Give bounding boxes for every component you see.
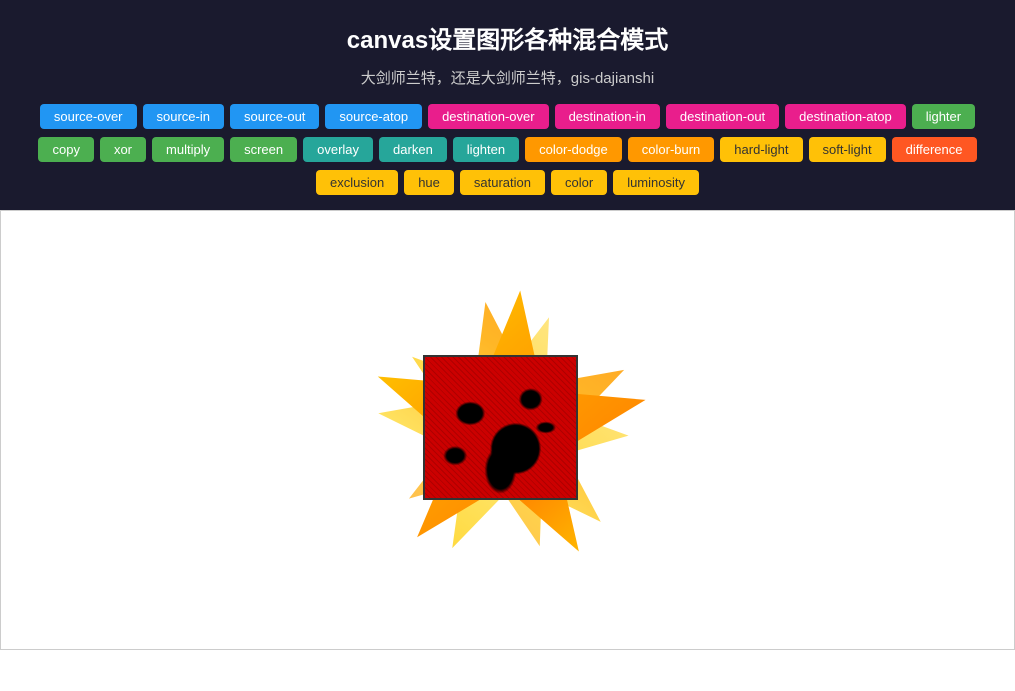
btn-source-over[interactable]: source-over [40,104,137,129]
btn-hue[interactable]: hue [404,170,454,195]
blend-image [423,355,578,500]
btn-luminosity[interactable]: luminosity [613,170,699,195]
btn-color-dodge[interactable]: color-dodge [525,137,622,162]
btn-color-burn[interactable]: color-burn [628,137,715,162]
btn-saturation[interactable]: saturation [460,170,545,195]
btn-overlay[interactable]: overlay [303,137,373,162]
button-row-1: source-over source-in source-out source-… [40,104,975,129]
subtitle: 大剑师兰特，还是大剑师兰特，gis-dajianshi [10,67,1005,88]
btn-destination-atop[interactable]: destination-atop [785,104,906,129]
canvas-area [0,210,1015,650]
page-title: canvas设置图形各种混合模式 [10,20,1005,55]
btn-difference[interactable]: difference [892,137,977,162]
btn-hard-light[interactable]: hard-light [720,137,802,162]
button-rows: source-over source-in source-out source-… [10,104,1005,195]
canvas-container [358,280,658,580]
button-row-3: exclusion hue saturation color luminosit… [316,170,699,195]
btn-lighter[interactable]: lighter [912,104,975,129]
btn-screen[interactable]: screen [230,137,297,162]
btn-exclusion[interactable]: exclusion [316,170,398,195]
btn-lighten[interactable]: lighten [453,137,519,162]
btn-source-in[interactable]: source-in [143,104,224,129]
header-section: canvas设置图形各种混合模式 大剑师兰特，还是大剑师兰特，gis-dajia… [0,0,1015,210]
btn-destination-over[interactable]: destination-over [428,104,549,129]
btn-destination-in[interactable]: destination-in [555,104,660,129]
btn-color[interactable]: color [551,170,607,195]
btn-copy[interactable]: copy [38,137,93,162]
btn-source-out[interactable]: source-out [230,104,319,129]
btn-multiply[interactable]: multiply [152,137,224,162]
btn-xor[interactable]: xor [100,137,146,162]
btn-destination-out[interactable]: destination-out [666,104,779,129]
btn-source-atop[interactable]: source-atop [325,104,422,129]
button-row-2: copy xor multiply screen overlay darken … [38,137,976,162]
btn-darken[interactable]: darken [379,137,447,162]
btn-soft-light[interactable]: soft-light [809,137,886,162]
